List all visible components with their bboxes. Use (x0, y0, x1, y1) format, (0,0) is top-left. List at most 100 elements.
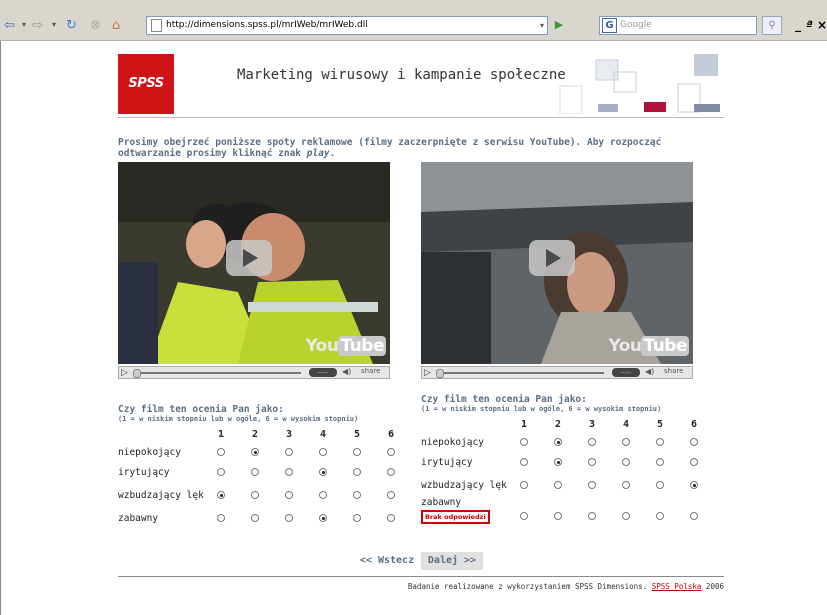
share-button-2[interactable]: share (664, 367, 683, 375)
radio-cell (609, 498, 643, 524)
radio-option-5[interactable] (353, 448, 361, 456)
radio-option-4[interactable] (319, 514, 327, 522)
play-icon[interactable]: ▷ (424, 368, 431, 378)
volume-icon[interactable]: ◀) (645, 367, 654, 376)
forward-arrow-icon[interactable]: ⇨ (32, 18, 43, 33)
radio-option-5[interactable] (353, 468, 361, 476)
go-arrow-icon[interactable]: ▶ (551, 16, 567, 33)
volume-icon[interactable]: ◀) (342, 367, 351, 376)
reload-icon[interactable]: ↻ (66, 18, 77, 33)
rating-row: irytujący (421, 452, 711, 472)
radio-option-2[interactable] (554, 511, 562, 520)
time-display-1: --:-- (309, 368, 337, 377)
radio-option-2[interactable] (251, 448, 259, 456)
spss-polska-link[interactable]: SPSS Polska (652, 582, 702, 591)
radio-option-3[interactable] (285, 468, 293, 476)
radio-cell (575, 472, 609, 498)
header-divider (118, 117, 724, 118)
radio-option-5[interactable] (656, 511, 664, 520)
radio-cell (306, 442, 340, 462)
radio-option-1[interactable] (520, 481, 528, 489)
radio-cell (306, 482, 340, 508)
radio-option-2[interactable] (251, 468, 259, 476)
radio-option-4[interactable] (319, 448, 327, 456)
google-search-icon[interactable]: G (602, 18, 617, 33)
scale-label-1: 1 (217, 429, 225, 440)
progress-handle-2[interactable] (436, 369, 444, 378)
back-arrow-icon[interactable]: ⇦ (4, 18, 15, 33)
video-player-2[interactable]: You Tube ▷ --:-- ◀) share (421, 162, 693, 382)
radio-option-1[interactable] (217, 491, 225, 499)
address-bar[interactable]: http://dimensions.spss.pl/mrIWeb/mrIWeb.… (146, 16, 548, 35)
minimize-icon[interactable]: _ (795, 18, 801, 32)
radio-option-5[interactable] (656, 481, 664, 489)
radio-option-4[interactable] (622, 458, 630, 466)
radio-option-1[interactable] (217, 448, 225, 456)
radio-option-6[interactable] (387, 468, 395, 476)
stop-icon[interactable]: ⊗ (90, 18, 101, 33)
url-dropdown-icon[interactable]: ▾ (540, 17, 544, 34)
radio-option-1[interactable] (217, 468, 225, 476)
radio-option-6[interactable] (690, 511, 698, 520)
forward-dropdown-icon[interactable]: ▾ (52, 20, 56, 29)
radio-option-5[interactable] (656, 458, 664, 466)
radio-option-6[interactable] (387, 491, 395, 499)
radio-option-3[interactable] (285, 448, 293, 456)
back-button[interactable]: << Wstecz (356, 552, 418, 570)
next-button[interactable]: Dalej >> (421, 552, 483, 570)
radio-option-6[interactable] (690, 481, 698, 489)
radio-option-3[interactable] (588, 458, 596, 466)
radio-option-3[interactable] (285, 514, 293, 522)
radio-option-1[interactable] (520, 438, 528, 446)
radio-option-5[interactable] (353, 491, 361, 499)
radio-option-3[interactable] (285, 491, 293, 499)
search-placeholder: Google (620, 20, 652, 30)
spss-logo: SPSS (118, 54, 174, 114)
search-icon[interactable]: ⚲ (762, 16, 782, 35)
play-button-2[interactable] (529, 240, 575, 276)
play-icon[interactable]: ▷ (121, 368, 128, 378)
radio-cell (204, 508, 238, 528)
progress-track-1[interactable] (135, 372, 301, 374)
progress-track-2[interactable] (438, 372, 604, 374)
video-player-1[interactable]: You Tube ▷ --:-- ◀) share (118, 162, 390, 382)
intro-text: Prosimy obejrzeć poniższe spoty reklamow… (118, 137, 662, 159)
share-button-1[interactable]: share (361, 367, 380, 375)
radio-option-6[interactable] (690, 458, 698, 466)
radio-option-3[interactable] (588, 511, 596, 520)
radio-option-1[interactable] (520, 458, 528, 466)
radio-option-5[interactable] (353, 514, 361, 522)
radio-option-4[interactable] (319, 491, 327, 499)
play-button-1[interactable] (226, 240, 272, 276)
browser-toolbar: ⇦ ▾ ⇨ ▾ ↻ ⊗ ⌂ http://dimensions.spss.pl/… (0, 0, 827, 41)
radio-cell (575, 432, 609, 452)
scale-header-row: 1 2 3 4 5 6 (421, 417, 711, 432)
restore-icon[interactable]: ª (806, 18, 813, 32)
radio-cell (306, 462, 340, 482)
radio-option-2[interactable] (251, 514, 259, 522)
radio-option-1[interactable] (217, 514, 225, 522)
video-frame-2[interactable]: You Tube (421, 162, 693, 364)
radio-option-1[interactable] (520, 511, 528, 520)
radio-option-3[interactable] (588, 438, 596, 446)
radio-option-2[interactable] (554, 481, 562, 489)
close-icon[interactable]: × (817, 18, 827, 32)
radio-option-3[interactable] (588, 481, 596, 489)
radio-option-6[interactable] (387, 448, 395, 456)
radio-option-4[interactable] (319, 468, 327, 476)
radio-option-4[interactable] (622, 481, 630, 489)
radio-option-2[interactable] (251, 491, 259, 499)
video-frame-1[interactable]: You Tube (118, 162, 390, 364)
search-input[interactable]: G Google (599, 16, 757, 35)
radio-option-5[interactable] (656, 438, 664, 446)
back-dropdown-icon[interactable]: ▾ (22, 20, 26, 29)
home-icon[interactable]: ⌂ (112, 18, 120, 33)
radio-option-4[interactable] (622, 438, 630, 446)
radio-option-4[interactable] (622, 511, 630, 520)
radio-cell (374, 508, 408, 528)
radio-option-6[interactable] (690, 438, 698, 446)
radio-option-6[interactable] (387, 514, 395, 522)
radio-option-2[interactable] (554, 438, 562, 446)
radio-option-2[interactable] (554, 458, 562, 466)
progress-handle-1[interactable] (133, 369, 141, 378)
